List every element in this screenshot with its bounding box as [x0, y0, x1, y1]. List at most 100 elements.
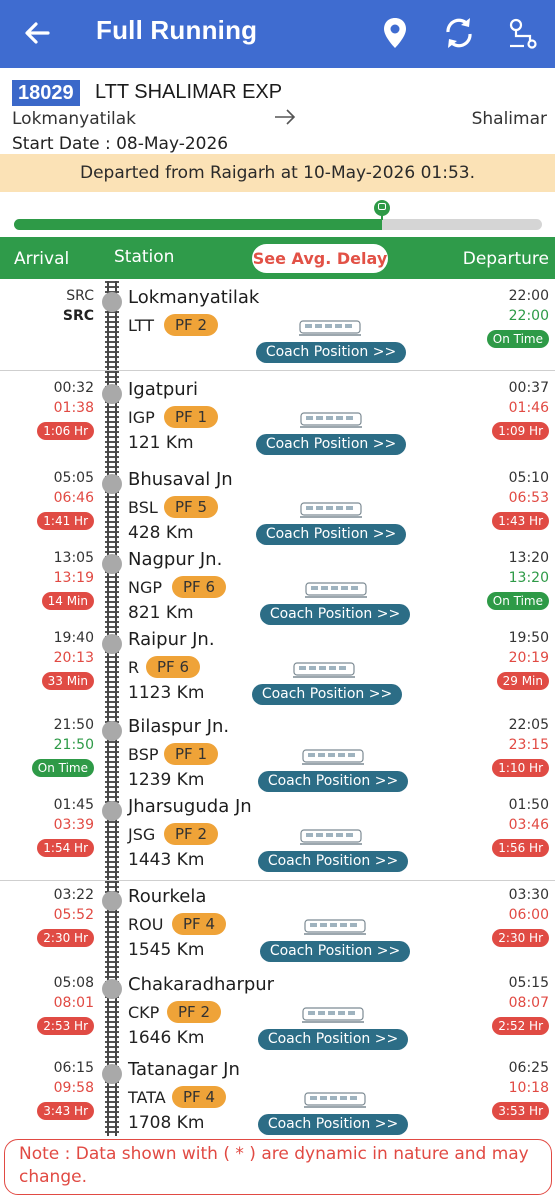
dynamic-data-note: Note : Data shown with ( * ) are dynamic… [4, 1139, 552, 1195]
distance-km: 1123 Km [128, 683, 205, 703]
scheduled-departure: 22:05 [508, 717, 549, 733]
scheduled-arrival: 00:32 [53, 380, 94, 396]
coach-position-button[interactable]: Coach Position >> [258, 851, 408, 872]
platform-badge: PF 2 [167, 1001, 221, 1023]
arrival-delay-badge: 1:54 Hr [37, 839, 94, 857]
station-code: ROU [128, 915, 164, 934]
row-divider [0, 880, 555, 881]
station-node [102, 979, 122, 999]
station-name: Igatpuri [128, 379, 199, 400]
arrival-delay-badge: 1:41 Hr [37, 512, 94, 530]
arrival-delay-badge: 2:53 Hr [37, 1017, 94, 1035]
coach-train-icon [299, 320, 361, 336]
coach-train-icon [305, 582, 367, 598]
station-node [102, 634, 122, 654]
coach-position-button[interactable]: Coach Position >> [256, 434, 406, 455]
scheduled-arrival: 13:05 [53, 550, 94, 566]
platform-badge: PF 1 [164, 743, 218, 765]
actual-departure: 10:18 [508, 1080, 549, 1096]
scheduled-departure: 03:30 [508, 887, 549, 903]
actual-departure: 03:46 [508, 817, 549, 833]
app-bar: Full Running [0, 0, 555, 68]
departure-delay-badge: 1:43 Hr [492, 512, 549, 530]
platform-badge: PF 5 [164, 496, 218, 518]
station-code: BSL [128, 498, 158, 517]
coach-train-icon [304, 919, 366, 935]
station-code: CKP [128, 1003, 160, 1022]
station-node [102, 801, 122, 821]
row-divider [0, 370, 555, 371]
train-position-icon [374, 200, 390, 220]
coach-position-button[interactable]: Coach Position >> [258, 771, 408, 792]
distance-km: 1239 Km [128, 770, 205, 790]
scheduled-arrival: 01:45 [53, 797, 94, 813]
scheduled-arrival: 06:15 [53, 1060, 94, 1076]
station-code: JSG [128, 825, 156, 844]
see-avg-delay-button[interactable]: See Avg. Delay [252, 244, 388, 273]
departure-delay-badge: 29 Min [496, 672, 549, 690]
station-node [102, 292, 122, 312]
departure-delay-badge: 1:09 Hr [492, 422, 549, 440]
actual-departure: 01:46 [508, 400, 549, 416]
scheduled-departure: 00:37 [508, 380, 549, 396]
route-icon[interactable] [506, 14, 540, 52]
coach-position-button[interactable]: Coach Position >> [258, 1114, 408, 1135]
coach-train-icon [293, 662, 355, 678]
scheduled-departure: 05:10 [508, 470, 549, 486]
coach-position-button[interactable]: Coach Position >> [258, 1029, 408, 1050]
departure-delay-badge: On Time [486, 592, 549, 610]
coach-train-icon [302, 749, 364, 765]
actual-departure: 13:20 [508, 570, 549, 586]
departure-delay-badge: 2:52 Hr [492, 1017, 549, 1035]
station-code: LTT [128, 316, 154, 335]
platform-badge: PF 6 [172, 576, 226, 598]
actual-arrival: 06:46 [53, 490, 94, 506]
scheduled-departure: 13:20 [508, 550, 549, 566]
back-arrow-icon[interactable] [22, 16, 52, 50]
scheduled-departure: 05:15 [508, 975, 549, 991]
coach-train-icon [302, 1007, 364, 1023]
actual-departure: 06:00 [508, 907, 549, 923]
location-pin-icon[interactable] [378, 14, 412, 52]
departure-delay-badge: On Time [486, 330, 549, 348]
station-code: BSP [128, 745, 159, 764]
actual-arrival: 13:19 [53, 570, 94, 586]
coach-position-button[interactable]: Coach Position >> [256, 524, 406, 545]
actual-departure: 08:07 [508, 995, 549, 1011]
refresh-icon[interactable] [442, 14, 476, 52]
scheduled-arrival: 05:05 [53, 470, 94, 486]
distance-km: 821 Km [128, 603, 194, 623]
train-number: 18029 [12, 80, 80, 106]
start-date: Start Date : 08-May-2026 [12, 134, 229, 154]
right-arrow-icon [275, 109, 296, 125]
scheduled-arrival: 19:40 [53, 630, 94, 646]
arrival-delay-badge: 3:43 Hr [37, 1102, 94, 1120]
distance-km: 121 Km [128, 433, 194, 453]
station-code: R [128, 658, 140, 677]
scheduled-departure: 01:50 [508, 797, 549, 813]
departure-delay-badge: 1:56 Hr [492, 839, 549, 857]
distance-km: 1545 Km [128, 940, 205, 960]
coach-train-icon [300, 829, 362, 845]
station-node [102, 554, 122, 574]
actual-departure: 23:15 [508, 737, 549, 753]
coach-position-button[interactable]: Coach Position >> [256, 342, 406, 363]
coach-position-button[interactable]: Coach Position >> [260, 941, 410, 962]
scheduled-departure: 06:25 [508, 1060, 549, 1076]
actual-departure: 06:53 [508, 490, 549, 506]
station-node [102, 891, 122, 911]
departure-delay-badge: 2:30 Hr [492, 929, 549, 947]
column-header: Arrival Station See Avg. Delay Departure [0, 237, 555, 279]
arrival-delay-badge: 33 Min [41, 672, 94, 690]
station-code: TATA [128, 1088, 166, 1107]
station-name: Jharsuguda Jn [128, 796, 252, 817]
page-title: Full Running [96, 15, 258, 45]
coach-position-button[interactable]: Coach Position >> [260, 604, 410, 625]
scheduled-arrival: 03:22 [53, 887, 94, 903]
scheduled-arrival: 05:08 [53, 975, 94, 991]
station-node [102, 474, 122, 494]
actual-departure: 20:19 [508, 650, 549, 666]
coach-position-button[interactable]: Coach Position >> [252, 684, 402, 705]
journey-progress-bar [14, 219, 542, 230]
station-code: IGP [128, 408, 155, 427]
